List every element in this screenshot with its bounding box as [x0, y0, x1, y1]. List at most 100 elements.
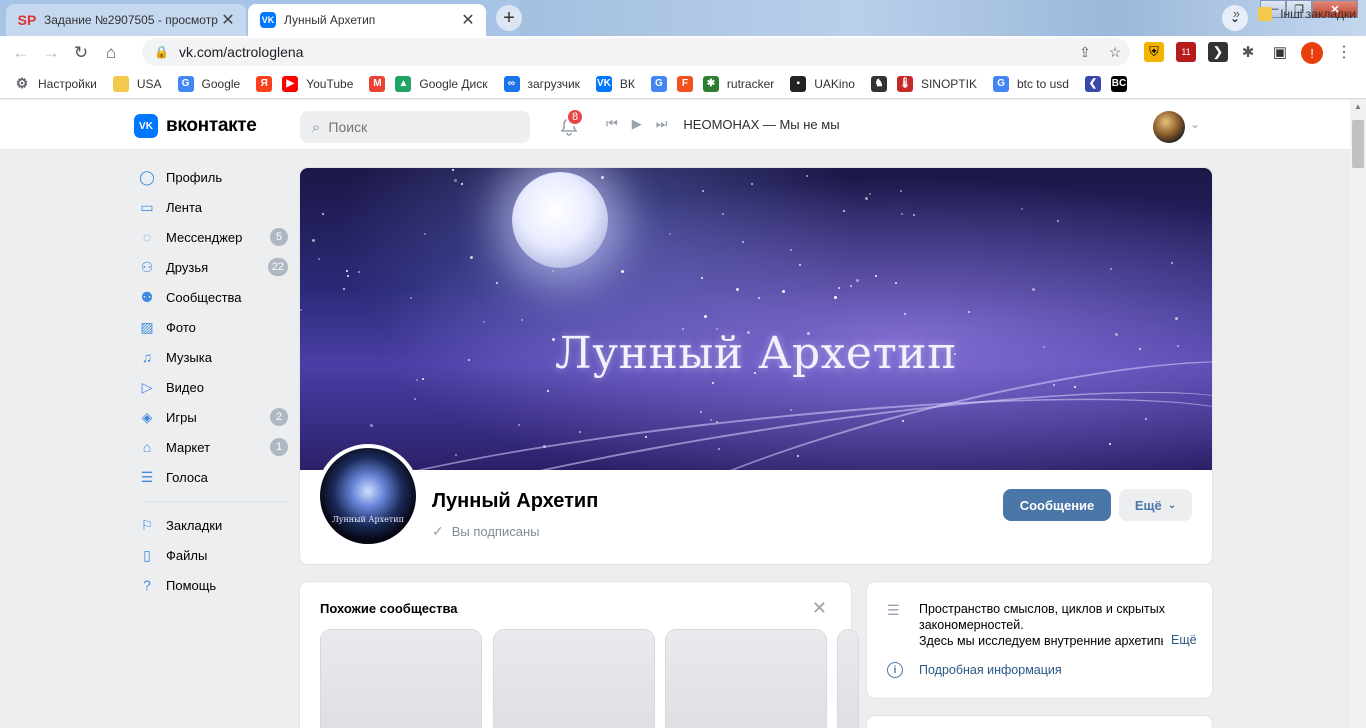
- sidebar-item-label: Игры: [166, 409, 197, 425]
- bookmarks-overflow-icon[interactable]: »: [1233, 6, 1240, 21]
- previous-track-icon[interactable]: ⏮: [606, 116, 618, 132]
- browser-tab-zadanie[interactable]: SP Задание №2907505 - просмотр ✕: [6, 4, 246, 36]
- cover-star: [834, 295, 838, 299]
- cover-star: [1175, 317, 1179, 321]
- bookmark-item[interactable]: BC: [1110, 75, 1127, 92]
- home-button[interactable]: ⌂: [96, 43, 126, 63]
- bookmark-item[interactable]: Я: [256, 75, 273, 92]
- cover-star: [469, 256, 473, 260]
- vk-search[interactable]: ⌕: [300, 111, 530, 143]
- profile-icon[interactable]: !: [1301, 42, 1323, 64]
- now-playing-track[interactable]: НЕОМОНАХ — Мы не мы: [683, 117, 839, 132]
- similar-community-placeholder[interactable]: [494, 630, 654, 728]
- bookmark-item[interactable]: USA: [112, 75, 162, 92]
- browser-tab-vk[interactable]: VK Лунный Архетип ✕: [248, 4, 486, 36]
- search-input[interactable]: [328, 119, 509, 135]
- subscription-status-text: Вы подписаны: [451, 524, 540, 539]
- vk-logo[interactable]: VK вконтакте: [134, 114, 257, 138]
- bookmark-item[interactable]: ✱ rutracker: [702, 75, 774, 92]
- side-panel-icon[interactable]: ▣: [1270, 42, 1290, 62]
- sidebar-item[interactable]: ◈ Игры 2: [134, 402, 288, 432]
- cover-star: [798, 263, 801, 266]
- detailed-info-link[interactable]: Подробная информация: [919, 663, 1062, 677]
- star-bookmark-icon[interactable]: ☆: [1100, 44, 1130, 61]
- group-avatar[interactable]: Лунный Архетип: [316, 444, 420, 548]
- close-tab-icon[interactable]: ✕: [458, 10, 478, 30]
- communities-icon: ⚉: [140, 288, 154, 305]
- bookmark-item[interactable]: ♞: [870, 75, 887, 92]
- sidebar-item[interactable]: ? Помощь: [134, 570, 288, 600]
- sidebar-item[interactable]: ▷ Видео: [134, 372, 288, 402]
- similar-community-placeholder[interactable]: [321, 630, 481, 728]
- url-text[interactable]: vk.com/actrologlena: [179, 44, 1070, 60]
- cover-star: [722, 213, 725, 216]
- bookmark-item[interactable]: M: [369, 75, 386, 92]
- bookmark-item[interactable]: ∞ загрузчик: [503, 75, 580, 92]
- bookmark-item[interactable]: ▲ Google Диск: [395, 75, 488, 92]
- scrollbar-thumb[interactable]: [1352, 120, 1364, 168]
- page-scrollbar[interactable]: ▲: [1350, 100, 1366, 728]
- bookmark-item[interactable]: F: [676, 75, 693, 92]
- bookmark-item[interactable]: 🌡 SINOPTIK: [896, 75, 977, 92]
- sidebar-item[interactable]: ⚇ Друзья 22: [134, 252, 288, 282]
- gear-icon: ⚙: [15, 75, 29, 91]
- thermometer-icon: 🌡: [896, 75, 913, 92]
- sidebar-item[interactable]: ♫ Музыка: [134, 342, 288, 372]
- sidebar-item[interactable]: ⚉ Сообщества: [134, 282, 288, 312]
- menu-kebab-icon[interactable]: ⋮: [1334, 42, 1354, 62]
- bookmark-item[interactable]: ⚙ Настройки: [14, 75, 97, 92]
- lock-icon[interactable]: 🔒: [154, 45, 169, 59]
- sidebar-item[interactable]: ⚐ Закладки: [134, 510, 288, 540]
- vk-logo-text: вконтакте: [166, 115, 257, 136]
- back-button[interactable]: ←: [6, 43, 36, 63]
- reload-button[interactable]: ↻: [66, 43, 96, 63]
- bookmark-item[interactable]: ▪ UAKino: [790, 75, 855, 92]
- sidebar-item[interactable]: ▯ Файлы: [134, 540, 288, 570]
- extension-arrow-icon[interactable]: ❯: [1208, 42, 1228, 62]
- similar-community-placeholder[interactable]: [838, 630, 858, 728]
- bookmark-item[interactable]: G Google: [177, 75, 240, 92]
- sidebar-item[interactable]: ⌂ Маркет 1: [134, 432, 288, 462]
- sidebar-item[interactable]: ◯ Профиль: [134, 162, 288, 192]
- cover-star: [452, 168, 455, 171]
- bookmark-item[interactable]: ▶ YouTube: [282, 75, 353, 92]
- cover-star: [700, 411, 703, 414]
- sidebar-item-label: Фото: [166, 319, 196, 335]
- forward-button[interactable]: →: [36, 43, 66, 63]
- address-bar[interactable]: 🔒 vk.com/actrologlena ⇪ ☆: [142, 38, 1130, 66]
- vk-logo-icon: VK: [134, 114, 158, 138]
- new-tab-button[interactable]: +: [496, 5, 522, 31]
- cover-star: [322, 212, 325, 215]
- scroll-up-icon[interactable]: ▲: [1354, 102, 1362, 111]
- chevron-down-icon[interactable]: ⌄: [1190, 117, 1200, 131]
- extension-shield-icon[interactable]: ⛨: [1144, 42, 1164, 62]
- sidebar-item[interactable]: ☰ Голоса: [134, 462, 288, 492]
- bookmark-item[interactable]: VK ВК: [595, 75, 635, 92]
- close-tab-icon[interactable]: ✕: [218, 10, 238, 30]
- bookmark-label: ВК: [619, 76, 635, 91]
- user-avatar[interactable]: [1153, 111, 1185, 143]
- description-more-link[interactable]: Ещё: [1167, 633, 1197, 647]
- bookmark-item[interactable]: ❮: [1084, 75, 1101, 92]
- bookmark-label: SINOPTIK: [920, 76, 977, 91]
- info-icon: i: [887, 662, 903, 678]
- cover-star: [912, 213, 915, 216]
- sidebar-item[interactable]: ▭ Лента: [134, 192, 288, 222]
- bookmark-item[interactable]: G: [650, 75, 667, 92]
- more-actions-button[interactable]: Ещё ⌄: [1119, 489, 1192, 521]
- sidebar-item[interactable]: ◌ Мессенджер 5: [134, 222, 288, 252]
- send-message-button[interactable]: Сообщение: [1003, 489, 1111, 521]
- other-bookmarks[interactable]: Інші закладки: [1258, 7, 1356, 21]
- extension-badge-icon[interactable]: 11: [1176, 42, 1196, 62]
- share-icon[interactable]: ⇪: [1070, 44, 1100, 61]
- cover-star: [346, 270, 349, 273]
- extensions-puzzle-icon[interactable]: ✱: [1238, 42, 1258, 62]
- close-icon[interactable]: ✕: [812, 598, 827, 619]
- google-icon: G: [992, 75, 1009, 92]
- sidebar-item[interactable]: ▨ Фото: [134, 312, 288, 342]
- similar-community-placeholder[interactable]: [666, 630, 826, 728]
- file-icon: ▯: [143, 546, 151, 563]
- play-icon[interactable]: ▶: [632, 116, 642, 132]
- bookmark-item[interactable]: Gbtc to usd: [992, 75, 1069, 92]
- next-track-icon[interactable]: ⏭: [656, 116, 668, 132]
